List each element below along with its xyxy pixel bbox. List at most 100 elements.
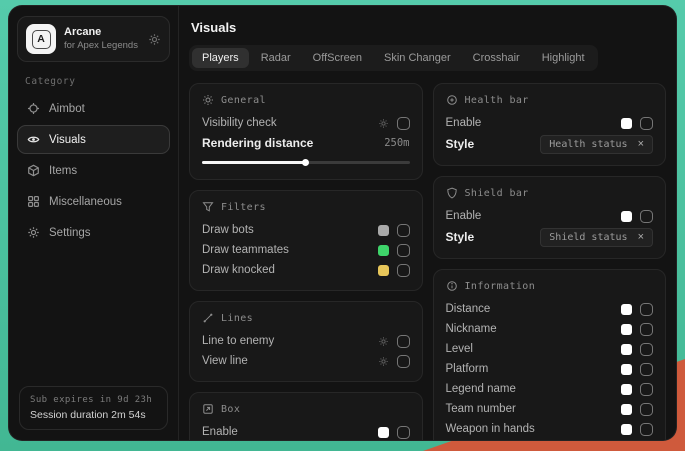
distance-checkbox[interactable]: [640, 303, 653, 316]
color-swatch[interactable]: [621, 211, 632, 222]
sidebar-item-miscellaneous[interactable]: Miscellaneous: [17, 187, 170, 216]
health-enable-checkbox[interactable]: [640, 117, 653, 130]
setting-row-draw-bots: Draw bots: [202, 220, 410, 240]
shield-enable-checkbox[interactable]: [640, 210, 653, 223]
team-number-checkbox[interactable]: [640, 403, 653, 416]
draw-bots-checkbox[interactable]: [397, 224, 410, 237]
setting-row-weapon-in-hands: Weapon in hands: [446, 419, 654, 439]
rendering-distance-slider[interactable]: [202, 158, 410, 166]
tab-skin-changer[interactable]: Skin Changer: [374, 48, 461, 68]
color-swatch[interactable]: [378, 225, 389, 236]
sidebar-item-visuals[interactable]: Visuals: [17, 125, 170, 154]
setting-row-visibility-check: Visibility check: [202, 113, 410, 133]
setting-row-line-to-enemy: Line to enemy: [202, 331, 410, 351]
sidebar-item-label: Settings: [49, 227, 91, 239]
tab-highlight[interactable]: Highlight: [532, 48, 595, 68]
app-name: Arcane: [64, 26, 140, 40]
funnel-icon: [202, 201, 214, 213]
gear-icon[interactable]: [378, 336, 389, 347]
color-swatch[interactable]: [378, 245, 389, 256]
shield-style-select[interactable]: Shield status ×: [540, 228, 653, 247]
sidebar-item-label: Miscellaneous: [49, 196, 122, 208]
color-swatch[interactable]: [378, 427, 389, 438]
tab-players[interactable]: Players: [192, 48, 249, 68]
legend-name-checkbox[interactable]: [640, 383, 653, 396]
sidebar: A Arcane for Apex Legends Category: [9, 6, 179, 440]
health-style-select[interactable]: Health status ×: [540, 135, 653, 154]
panel-title: Information: [465, 281, 536, 292]
slider-value: 250m: [384, 137, 409, 149]
panel-information: Information Distance Nickname Level: [433, 269, 667, 440]
sidebar-item-items[interactable]: Items: [17, 156, 170, 185]
line-to-enemy-checkbox[interactable]: [397, 335, 410, 348]
sun-icon: [202, 94, 214, 106]
tab-crosshair[interactable]: Crosshair: [463, 48, 530, 68]
visibility-check-checkbox[interactable]: [397, 117, 410, 130]
tab-bar: Players Radar OffScreen Skin Changer Cro…: [189, 45, 598, 71]
session-duration-text: Session duration 2m 54s: [30, 409, 157, 421]
color-swatch[interactable]: [378, 265, 389, 276]
gear-icon[interactable]: [378, 118, 389, 129]
tab-radar[interactable]: Radar: [251, 48, 301, 68]
setting-row-shield-enable: Enable: [446, 206, 654, 226]
sidebar-item-label: Aimbot: [49, 103, 85, 115]
close-icon[interactable]: ×: [638, 139, 644, 150]
close-icon[interactable]: ×: [638, 232, 644, 243]
color-swatch[interactable]: [621, 118, 632, 129]
gear-icon[interactable]: [148, 33, 161, 46]
color-swatch[interactable]: [621, 344, 632, 355]
level-checkbox[interactable]: [640, 343, 653, 356]
color-swatch[interactable]: [621, 324, 632, 335]
setting-row-draw-teammates: Draw teammates: [202, 240, 410, 260]
panel-title: General: [221, 95, 266, 106]
box-enable-checkbox[interactable]: [397, 426, 410, 439]
sidebar-item-settings[interactable]: Settings: [17, 218, 170, 247]
shield-icon: [446, 187, 458, 199]
panel-title: Box: [221, 404, 240, 415]
sidebar-nav: Aimbot Visuals Items: [17, 94, 170, 247]
setting-row-nickname: Nickname: [446, 319, 654, 339]
page-title: Visuals: [191, 20, 666, 35]
setting-row-platform: Platform: [446, 359, 654, 379]
tab-offscreen[interactable]: OffScreen: [303, 48, 372, 68]
color-swatch[interactable]: [621, 364, 632, 375]
draw-teammates-checkbox[interactable]: [397, 244, 410, 257]
cube-icon: [27, 164, 40, 177]
panel-title: Shield bar: [465, 188, 529, 199]
app-window: A Arcane for Apex Legends Category: [8, 5, 677, 441]
logo-letter: A: [32, 30, 51, 49]
draw-knocked-checkbox[interactable]: [397, 264, 410, 277]
nickname-checkbox[interactable]: [640, 323, 653, 336]
main-content: Visuals Players Radar OffScreen Skin Cha…: [179, 6, 676, 440]
eye-icon: [27, 133, 40, 146]
color-swatch[interactable]: [621, 404, 632, 415]
panel-general: General Visibility check: [189, 83, 423, 180]
setting-row-health-enable: Enable: [446, 113, 654, 133]
setting-row-legend-name: Legend name: [446, 379, 654, 399]
panel-shield-bar: Shield bar Enable Style Shield status: [433, 176, 667, 259]
setting-row-shield-style: Style Shield status ×: [446, 226, 654, 248]
color-swatch[interactable]: [621, 424, 632, 435]
weapon-in-hands-checkbox[interactable]: [640, 423, 653, 436]
slider-thumb[interactable]: [302, 159, 309, 166]
panel-box: Box Enable Enable background: [189, 392, 423, 440]
setting-row-health-style: Style Health status ×: [446, 133, 654, 155]
health-icon: [446, 94, 458, 106]
sidebar-item-label: Visuals: [49, 134, 86, 146]
color-swatch[interactable]: [621, 304, 632, 315]
sidebar-item-aimbot[interactable]: Aimbot: [17, 94, 170, 123]
panel-title: Filters: [221, 202, 266, 213]
panel-title: Health bar: [465, 95, 529, 106]
view-line-checkbox[interactable]: [397, 355, 410, 368]
sub-expiry-text: Sub expires in 9d 23h: [30, 395, 157, 405]
setting-row-distance: Distance: [446, 299, 654, 319]
box-icon: [202, 403, 214, 415]
setting-row-team-number: Team number: [446, 399, 654, 419]
platform-checkbox[interactable]: [640, 363, 653, 376]
brand-card[interactable]: A Arcane for Apex Legends: [17, 16, 170, 62]
color-swatch[interactable]: [621, 384, 632, 395]
gear-icon[interactable]: [378, 356, 389, 367]
setting-row-view-line: View line: [202, 351, 410, 371]
panel-filters: Filters Draw bots Draw teammates: [189, 190, 423, 291]
sidebar-item-label: Items: [49, 165, 77, 177]
